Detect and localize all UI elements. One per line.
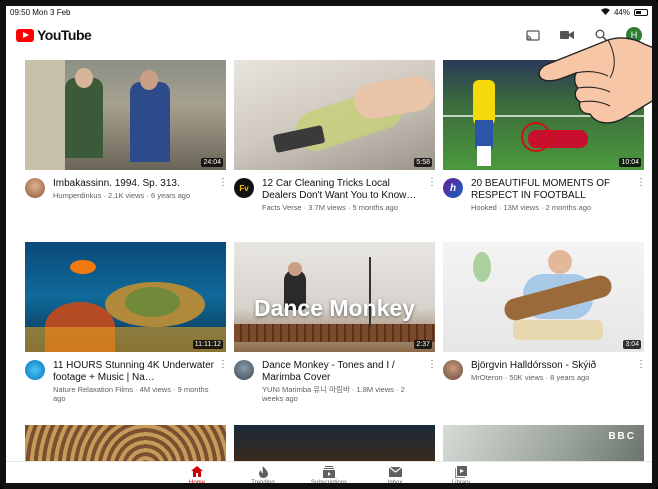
more-options-icon[interactable]: ⋮ [427, 360, 437, 403]
status-right: 44% [600, 8, 648, 17]
more-options-icon[interactable]: ⋮ [218, 178, 228, 200]
video-thumbnail[interactable]: Dance Monkey 2:37 [234, 242, 435, 352]
video-title[interactable]: 20 BEAUTIFUL MOMENTS OF RESPECT IN FOOTB… [471, 178, 636, 202]
brand-name: YouTube [37, 27, 92, 43]
video-thumbnail[interactable] [25, 425, 226, 461]
video-card[interactable]: 11:11:12 11 HOURS Stunning 4K Underwater… [25, 242, 228, 403]
video-title[interactable]: Imbakassinn. 1994. Sp. 313. [53, 178, 218, 190]
video-channel-stats: YUNI Marimba 유니 마림바 · 1.8M views · 2 wee… [262, 385, 405, 403]
video-channel-stats: Nature Relaxation Films · 4M views · 9 m… [53, 385, 209, 403]
video-duration: 5:58 [414, 158, 432, 167]
channel-avatar[interactable] [25, 360, 45, 380]
youtube-play-icon [16, 28, 34, 42]
video-card[interactable]: BBC [443, 425, 644, 461]
nav-label: Home [188, 480, 205, 486]
video-thumbnail[interactable] [234, 425, 435, 461]
youtube-logo[interactable]: YouTube [16, 27, 92, 43]
video-channel-stats: Humperdinkus · 2.1K views · 6 years ago [53, 191, 191, 200]
video-duration: 3:04 [623, 340, 641, 349]
video-card[interactable]: 3:04 Björgvin Halldórsson - Skýið MrOter… [443, 242, 646, 382]
channel-avatar[interactable] [234, 360, 254, 380]
wifi-icon [600, 8, 610, 17]
battery-icon [634, 9, 648, 16]
video-title[interactable]: 12 Car Cleaning Tricks Local Dealers Don… [262, 178, 427, 202]
video-title[interactable]: Dance Monkey - Tones and I / Marimba Cov… [262, 360, 427, 384]
subscriptions-icon [323, 465, 335, 478]
status-bar: 09:50 Mon 3 Feb 44% [6, 6, 652, 19]
status-left: 09:50 Mon 3 Feb [10, 8, 601, 17]
video-thumbnail[interactable]: 11:11:12 [25, 242, 226, 352]
nav-label: Inbox [387, 480, 403, 486]
nav-subscriptions[interactable]: Subscriptions [296, 462, 362, 486]
video-thumbnail[interactable]: 3:04 [443, 242, 644, 352]
more-options-icon[interactable]: ⋮ [636, 360, 646, 382]
channel-avatar[interactable]: h [443, 178, 463, 198]
video-duration: 10:04 [619, 158, 641, 167]
video-duration: 11:11:12 [192, 340, 223, 349]
video-channel-stats: MrOteron · 50K views · 8 years ago [471, 373, 590, 382]
video-channel-stats: Hooked · 13M views · 2 months ago [471, 203, 592, 212]
inbox-icon [388, 465, 402, 478]
status-date: Mon 3 Feb [32, 8, 71, 17]
trending-icon [258, 465, 268, 478]
video-card[interactable] [234, 425, 435, 461]
more-options-icon[interactable]: ⋮ [218, 360, 228, 403]
video-thumbnail[interactable]: BBC [443, 425, 644, 461]
app-frame: 09:50 Mon 3 Feb 44% YouTube H 24:04 Imba… [0, 0, 658, 489]
nav-label: Trending [251, 480, 275, 486]
channel-avatar[interactable]: Fv [234, 178, 254, 198]
video-card[interactable]: 24:04 Imbakassinn. 1994. Sp. 313. Humper… [25, 60, 228, 200]
more-options-icon[interactable]: ⋮ [636, 178, 646, 212]
status-battery-text: 44% [613, 8, 630, 17]
nav-trending[interactable]: Trending [230, 462, 296, 486]
channel-avatar-text: h [449, 182, 457, 194]
channel-avatar[interactable] [443, 360, 463, 380]
video-thumbnail[interactable]: 24:04 [25, 60, 226, 170]
thumbnail-overlay-text: Dance Monkey [253, 295, 416, 321]
thumbnail-overlay-text: BBC [608, 431, 636, 442]
video-duration: 24:04 [201, 158, 223, 167]
library-icon [455, 465, 467, 478]
video-card[interactable] [25, 425, 226, 461]
video-card[interactable]: 5:58 Fv 12 Car Cleaning Tricks Local Dea… [234, 60, 437, 212]
nav-library[interactable]: Library [428, 462, 494, 486]
bottom-navigation: Home Trending Subscriptions Inbox Librar… [6, 461, 652, 486]
nav-label: Library [451, 480, 471, 486]
pointing-hand-cursor [538, 37, 652, 124]
video-title[interactable]: Björgvin Halldórsson - Skýið [471, 360, 636, 372]
channel-avatar-text: Fv [239, 183, 249, 193]
video-thumbnail[interactable]: 5:58 [234, 60, 435, 170]
status-time: 09:50 [10, 8, 31, 17]
channel-avatar[interactable] [25, 178, 45, 198]
nav-home[interactable]: Home [164, 462, 230, 486]
video-title[interactable]: 11 HOURS Stunning 4K Underwater footage … [53, 360, 218, 384]
home-icon [191, 465, 203, 478]
video-duration: 2:37 [414, 340, 432, 349]
more-options-icon[interactable]: ⋮ [427, 178, 437, 212]
video-channel-stats: Facts Verse · 3.7M views · 5 months ago [262, 203, 398, 212]
video-card[interactable]: Dance Monkey 2:37 Dance Monkey - Tones a… [234, 242, 437, 403]
nav-inbox[interactable]: Inbox [362, 462, 428, 486]
nav-label: Subscriptions [310, 480, 348, 486]
